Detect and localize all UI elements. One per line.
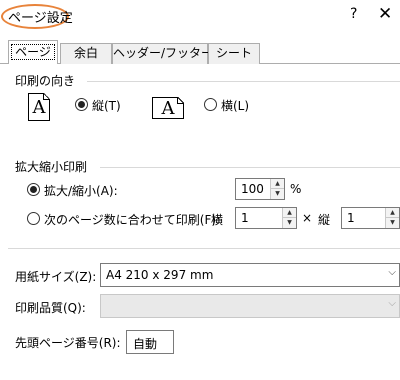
spin-down-icon[interactable]: ▼: [283, 218, 296, 228]
portrait-fold-corner: [43, 93, 50, 100]
landscape-fold-corner: [177, 97, 184, 104]
percent-sign: %: [290, 182, 302, 196]
portrait-label[interactable]: 縦(T): [92, 97, 121, 114]
help-button[interactable]: ?: [350, 6, 357, 22]
adjust-to-label[interactable]: 拡大/縮小(A):: [44, 182, 118, 199]
scaling-group-title: 拡大縮小印刷: [15, 160, 88, 174]
orientation-group-title: 印刷の向き: [15, 74, 76, 88]
tab-sheet[interactable]: シート: [208, 43, 260, 64]
spin-up-icon[interactable]: ▲: [271, 179, 284, 189]
adjust-percent-stepper[interactable]: 100 ▲ ▼: [235, 178, 285, 200]
pages-tall-label: 縦: [318, 213, 331, 227]
times-sign: ×: [302, 211, 313, 225]
pages-wide-value: 1: [241, 211, 249, 225]
paper-size-label: 用紙サイズ(Z):: [15, 270, 97, 284]
portrait-glyph: A: [32, 97, 46, 118]
fit-to-radio[interactable]: [27, 212, 40, 225]
chevron-down-icon[interactable]: ⌵: [388, 267, 396, 278]
tab-sheet-label: シート: [215, 46, 252, 60]
orientation-group-line: [87, 81, 400, 82]
first-page-number-value: 自動: [133, 337, 158, 351]
first-page-number-label: 先頭ページ番号(R):: [15, 336, 121, 350]
first-page-number-input[interactable]: 自動: [126, 330, 174, 354]
print-quality-dropdown[interactable]: ⌵: [100, 294, 400, 318]
section-separator: [8, 248, 400, 249]
landscape-label[interactable]: 横(L): [221, 97, 249, 114]
pages-tall-stepper[interactable]: 1 ▲ ▼: [341, 207, 400, 229]
adjust-to-radio[interactable]: [27, 183, 40, 196]
window-title: ページ設定: [8, 11, 73, 26]
adjust-spin-buttons[interactable]: ▲ ▼: [270, 179, 284, 199]
scaling-group-line: [100, 167, 400, 168]
spin-up-icon[interactable]: ▲: [283, 208, 296, 218]
tab-page[interactable]: ページ: [8, 40, 58, 64]
portrait-orientation-icon: A: [28, 93, 50, 121]
paper-size-value: A4 210 x 297 mm: [106, 268, 214, 282]
landscape-glyph: A: [161, 98, 175, 119]
chevron-down-icon[interactable]: ⌵: [388, 298, 396, 309]
pages-wide-stepper[interactable]: 1 ▲ ▼: [235, 207, 297, 229]
spin-up-icon[interactable]: ▲: [386, 208, 399, 218]
print-quality-label: 印刷品質(Q):: [15, 301, 86, 315]
landscape-radio[interactable]: [204, 98, 217, 111]
pages-tall-value: 1: [347, 211, 355, 225]
spin-down-icon[interactable]: ▼: [386, 218, 399, 228]
portrait-radio[interactable]: [75, 98, 88, 111]
tab-header-footer-label: ヘッダー/フッター: [113, 46, 214, 60]
adjust-percent-value: 100: [241, 182, 264, 196]
tall-spin-buttons[interactable]: ▲ ▼: [385, 208, 399, 228]
fit-to-label[interactable]: 次のページ数に合わせて印刷(F):: [44, 211, 220, 228]
landscape-orientation-icon: A: [152, 97, 184, 119]
wide-spin-buttons[interactable]: ▲ ▼: [282, 208, 296, 228]
close-button[interactable]: ✕: [378, 4, 392, 24]
pages-wide-label: 横: [211, 213, 224, 227]
spin-down-icon[interactable]: ▼: [271, 189, 284, 199]
tab-header-footer[interactable]: ヘッダー/フッター: [112, 43, 213, 64]
tab-page-label: ページ: [11, 44, 55, 60]
tab-margins[interactable]: 余白: [60, 43, 112, 64]
paper-size-dropdown[interactable]: A4 210 x 297 mm ⌵: [100, 263, 400, 287]
tab-margins-label: 余白: [73, 46, 98, 60]
